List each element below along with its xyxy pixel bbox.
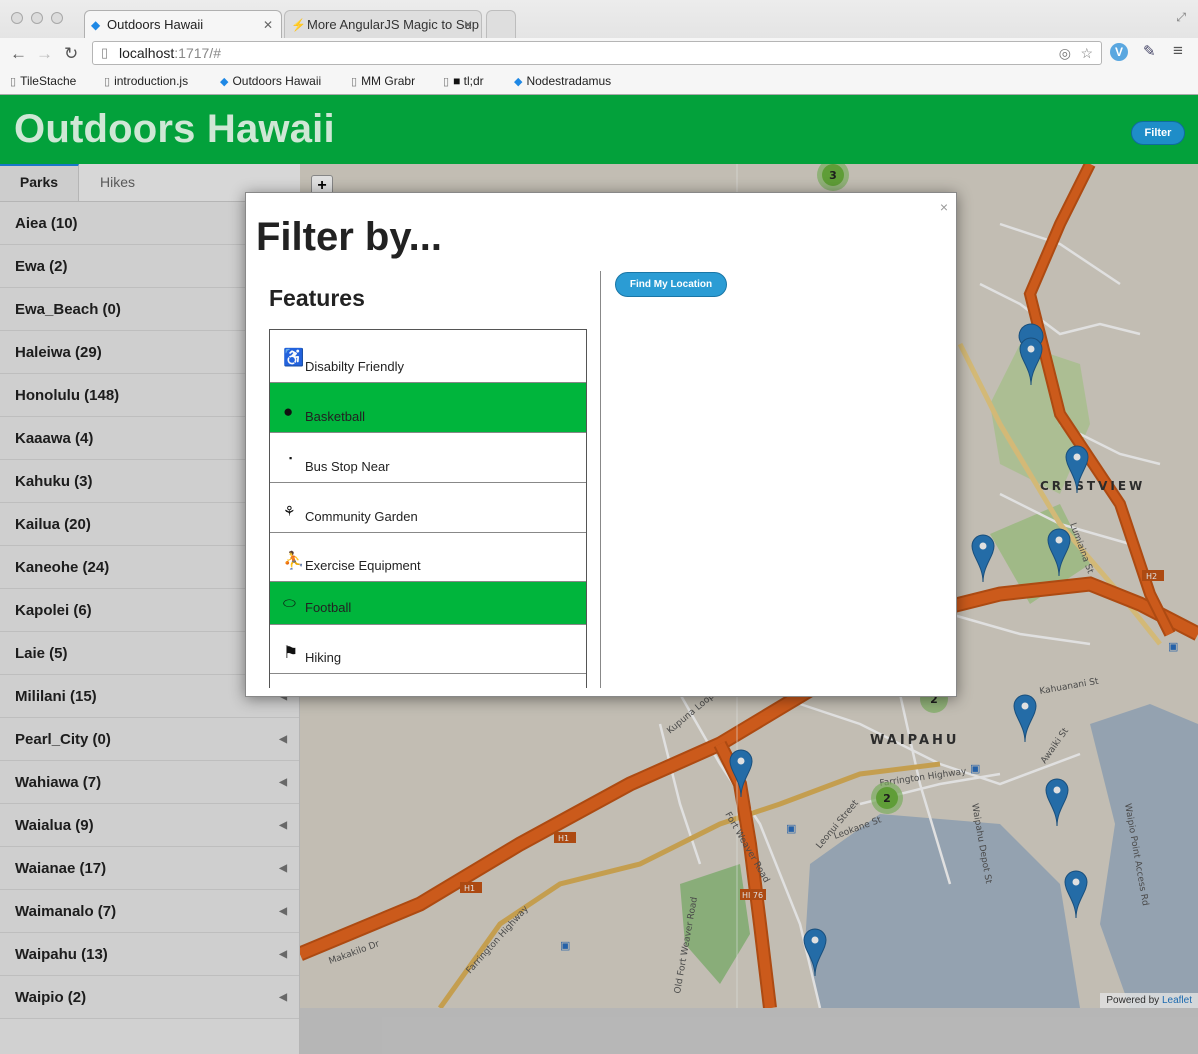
minimize-window-button[interactable] [31, 12, 43, 24]
wheelchair-icon: ♿ [283, 348, 305, 367]
angular-icon: ◆ [514, 76, 523, 88]
reload-icon[interactable]: ↻ [64, 44, 78, 64]
feature-item-bus-stop[interactable]: ▪ Bus Stop Near [270, 433, 586, 483]
feature-item-football[interactable]: ⬭ Football [270, 582, 586, 625]
browser-tab-angular-magic[interactable]: ⚡ More AngularJS Magic to Sup ✕ [284, 10, 482, 38]
eyedropper-icon[interactable]: ✎ [1143, 42, 1156, 60]
bookmark-item[interactable]: ▯ introduction.js [104, 74, 188, 88]
square-icon: ■ [453, 74, 464, 88]
angular-icon: ◆ [220, 76, 229, 88]
feature-item-disability[interactable]: ♿ Disabilty Friendly [270, 330, 586, 383]
page-icon: ▯ [351, 76, 358, 88]
filter-modal: × Filter by... Features ♿ Disabilty Frie… [245, 192, 957, 697]
bus-stop-icon: ▪ [289, 453, 293, 463]
close-icon[interactable]: × [940, 199, 948, 215]
url-path: :1717/# [174, 45, 221, 61]
back-icon[interactable]: ← [10, 44, 27, 64]
page-icon: ▯ [104, 76, 111, 88]
feature-item-basketball[interactable]: ● Basketball [270, 383, 586, 433]
feature-item-exercise[interactable]: ⛹ Exercise Equipment [270, 533, 586, 582]
tab-label: Outdoors Hawaii [107, 17, 204, 32]
browser-chrome: ◆ Outdoors Hawaii ✕ ⚡ More AngularJS Mag… [0, 0, 1198, 95]
feature-list[interactable]: ♿ Disabilty Friendly ● Basketball ▪ Bus … [269, 329, 587, 688]
football-icon: ⬭ [283, 595, 296, 612]
lightning-icon: ⚡ [291, 18, 306, 32]
bookmark-item[interactable]: ▯ TileStache [10, 74, 76, 88]
fullscreen-icon[interactable]: ⤢ [1176, 10, 1186, 25]
feature-item-community-garden[interactable]: ⚘ Community Garden [270, 483, 586, 533]
address-bar[interactable]: ▯ localhost:1717/# ◎ ☆ [92, 41, 1102, 65]
bookmark-item[interactable]: ◆ Nodestradamus [514, 74, 611, 88]
bookmark-item[interactable]: ▯ ■ tl;dr [443, 74, 484, 88]
new-tab-button[interactable] [486, 10, 516, 38]
page-icon: ▯ [10, 76, 17, 88]
bookmark-item[interactable]: ▯ MM Grabr [351, 74, 415, 88]
bookmark-item[interactable]: ◆ Outdoors Hawaii [220, 74, 321, 88]
modal-divider [600, 271, 601, 688]
close-tab-icon[interactable]: ✕ [263, 11, 273, 38]
basketball-icon: ● [283, 402, 294, 421]
tab-label: More AngularJS Magic to Sup [307, 17, 479, 32]
app-header: Outdoors Hawaii [0, 95, 1198, 164]
bookmarks-bar: ▯ TileStache ▯ introduction.js ◆ Outdoors H… [0, 70, 1198, 95]
angular-icon: ◆ [91, 18, 101, 32]
menu-icon[interactable]: ≡ [1173, 41, 1183, 61]
zoom-window-button[interactable] [51, 12, 63, 24]
app-title: Outdoors Hawaii [14, 107, 335, 151]
modal-title: Filter by... [256, 215, 442, 259]
page-icon: ▯ [443, 76, 450, 88]
bookmark-star-icon[interactable]: ☆ [1080, 42, 1093, 64]
filter-button[interactable]: Filter [1131, 121, 1185, 145]
browser-tab-outdoors-hawaii[interactable]: ◆ Outdoors Hawaii ✕ [84, 10, 282, 38]
exercise-icon: ⛹ [283, 551, 305, 570]
close-window-button[interactable] [11, 12, 23, 24]
hiking-icon: ⚑ [283, 643, 299, 662]
forward-icon[interactable]: → [36, 44, 53, 64]
page-icon: ▯ [101, 45, 109, 60]
location-icon[interactable]: ◎ [1059, 42, 1071, 64]
extension-v-icon[interactable]: V [1110, 43, 1128, 61]
features-title: Features [269, 285, 365, 311]
flower-icon: ⚘ [283, 503, 296, 519]
feature-item-hiking[interactable]: ⚑ Hiking [270, 625, 586, 674]
close-tab-icon[interactable]: ✕ [463, 11, 473, 38]
url-host: localhost [119, 45, 175, 61]
find-my-location-button[interactable]: Find My Location [615, 272, 727, 297]
